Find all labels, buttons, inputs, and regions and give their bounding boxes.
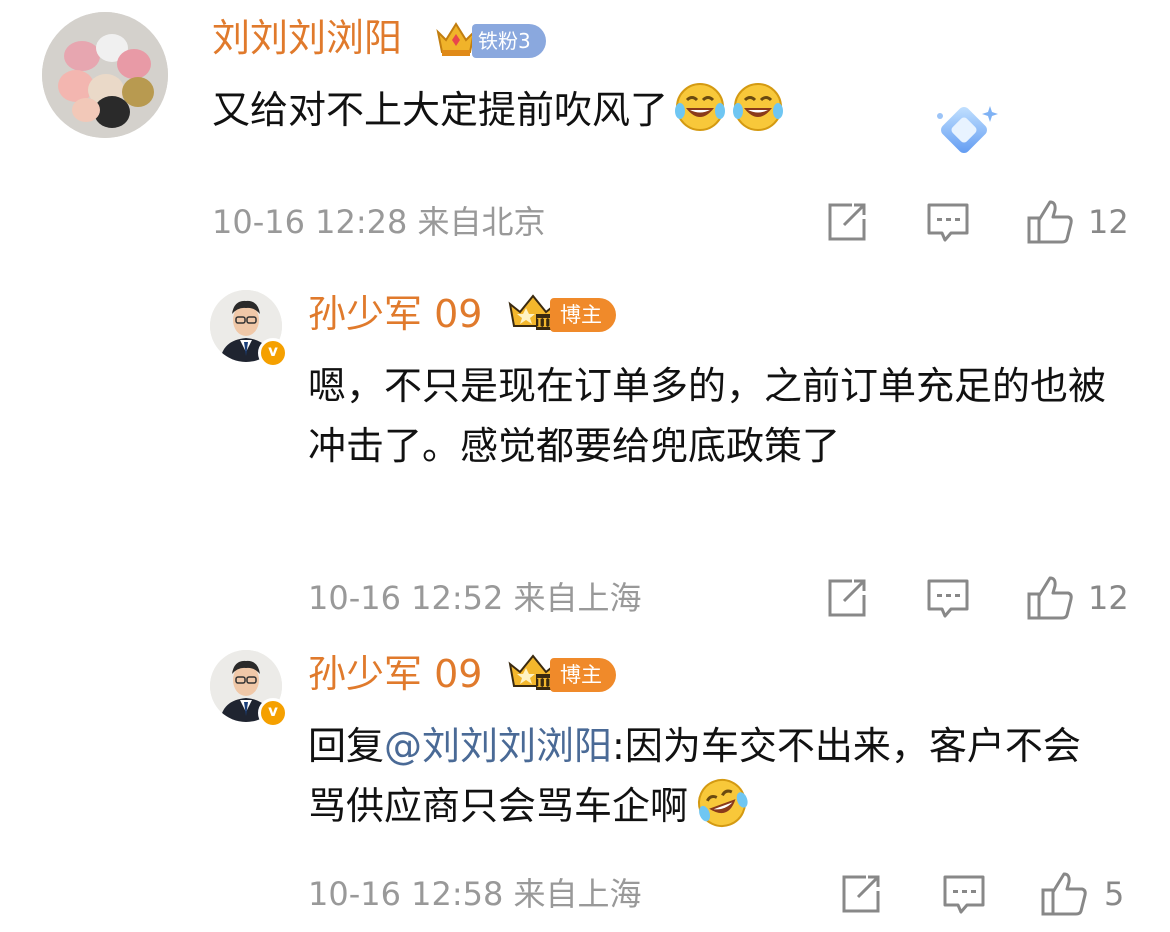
like-count: 12 — [1088, 579, 1129, 617]
comment-icon[interactable] — [926, 578, 970, 620]
sparkle-decoration-icon — [937, 106, 998, 153]
laugh-cry-emoji — [675, 83, 726, 131]
username[interactable]: 孙少军 09 — [308, 652, 482, 696]
comment-icon[interactable] — [942, 874, 986, 916]
like-count: 12 — [1088, 203, 1129, 241]
share-icon[interactable] — [840, 873, 882, 915]
comment-meta: 10-16 12:28 来自北京 — [212, 203, 546, 241]
fan-badge: 铁粉3 — [472, 24, 546, 58]
username[interactable]: 刘刘刘浏阳 — [212, 16, 402, 60]
reply-meta: 10-16 12:58 来自上海 — [308, 875, 642, 913]
reply-text: 嗯，不只是现在订单多的，之前订单充足的也被冲击了。感觉都要给兜底政策了 — [308, 364, 1107, 468]
verified-icon: v — [258, 698, 288, 728]
reply-meta: 10-16 12:52 来自上海 — [308, 579, 642, 617]
like-icon[interactable] — [1026, 198, 1074, 246]
verified-icon: v — [258, 338, 288, 368]
share-icon[interactable] — [826, 577, 868, 619]
reply-text: 回复@刘刘刘浏阳:因为车交不出来，客户不会骂供应商只会骂车企啊 — [308, 716, 1108, 836]
mention-link[interactable]: @刘刘刘浏阳 — [384, 724, 612, 768]
comment-icon[interactable] — [926, 202, 970, 244]
comment-text: 又给对不上大定提前吹风了 — [212, 80, 912, 140]
laugh-cry-emoji — [698, 779, 748, 827]
laugh-cry-emoji — [733, 83, 784, 131]
share-icon[interactable] — [826, 201, 868, 243]
like-icon[interactable] — [1040, 870, 1088, 918]
username[interactable]: 孙少军 09 — [308, 292, 482, 336]
avatar[interactable] — [42, 12, 168, 138]
blogger-badge: 博主 — [550, 658, 616, 692]
like-icon[interactable] — [1026, 574, 1074, 622]
blogger-badge: 博主 — [550, 298, 616, 332]
like-count: 5 — [1104, 875, 1125, 913]
